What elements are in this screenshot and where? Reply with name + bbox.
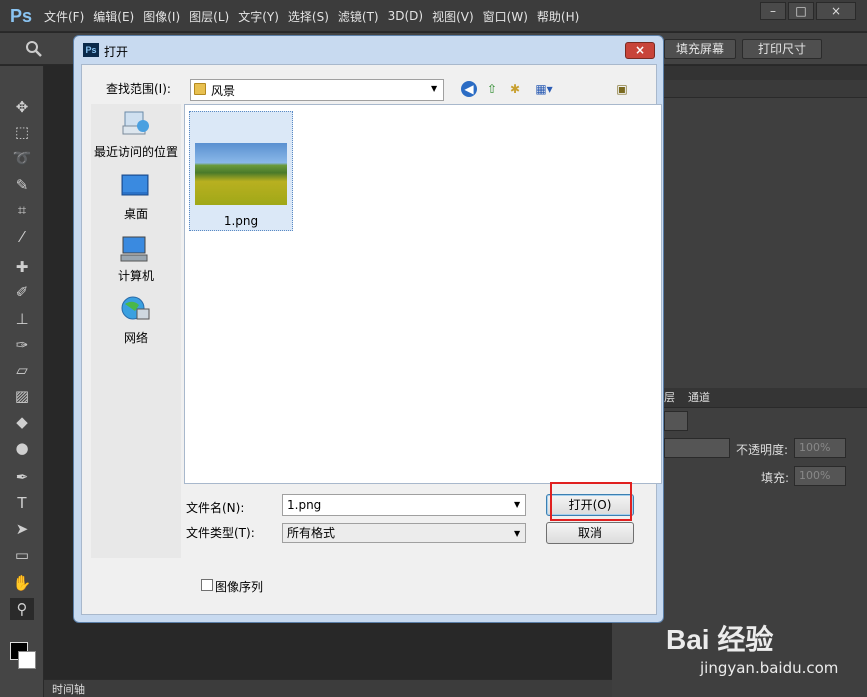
menu-window[interactable]: 窗口(W) [483, 8, 528, 25]
menu-file[interactable]: 文件(F) [44, 8, 84, 25]
close-app-button[interactable]: × [816, 2, 856, 20]
up-folder-icon[interactable]: ⇧ [484, 81, 500, 97]
main-menu: 文件(F) 编辑(E) 图像(I) 图层(L) 文字(Y) 选择(S) 滤镜(T… [44, 0, 588, 32]
background-color-swatch[interactable] [18, 651, 36, 669]
bridge-folder-icon[interactable]: ▣ [614, 81, 630, 97]
menu-select[interactable]: 选择(S) [288, 8, 329, 25]
menu-edit[interactable]: 编辑(E) [93, 8, 134, 25]
view-menu-icon[interactable]: ▦▾ [530, 81, 558, 97]
place-label-desktop[interactable]: 桌面 [91, 205, 181, 222]
menu-3d[interactable]: 3D(D) [388, 9, 423, 23]
baidu-watermark-url: jingyan.baidu.com [700, 659, 839, 677]
menu-help[interactable]: 帮助(H) [537, 8, 579, 25]
timeline-panel [44, 679, 612, 697]
history-brush-tool-icon[interactable]: ✑ [10, 334, 34, 356]
type-tool-icon[interactable]: T [10, 492, 34, 514]
tab-channels[interactable]: 通道 [688, 390, 710, 406]
quick-select-tool-icon[interactable]: ✎ [10, 174, 34, 196]
healing-tool-icon[interactable]: ✚ [10, 256, 34, 278]
image-sequence-checkbox[interactable] [201, 579, 213, 591]
chevron-down-icon[interactable]: ▼ [431, 84, 437, 93]
tab-layers[interactable]: 层 [664, 390, 675, 406]
image-sequence-label[interactable]: 图像序列 [215, 578, 263, 595]
menu-filter[interactable]: 滤镜(T) [338, 8, 379, 25]
file-type-select[interactable]: 所有格式 [282, 523, 526, 543]
chevron-down-icon[interactable]: ▼ [514, 500, 520, 509]
file-name-label[interactable]: 1.png [189, 214, 293, 228]
pen-tool-icon[interactable]: ✒ [10, 466, 34, 488]
gradient-tool-icon[interactable]: ▨ [10, 385, 34, 407]
menu-image[interactable]: 图像(I) [143, 8, 180, 25]
shape-tool-icon[interactable]: ▭ [10, 544, 34, 566]
dialog-title: 打开 [104, 45, 129, 59]
print-size-button[interactable]: 打印尺寸 [742, 39, 822, 59]
fill-field[interactable]: 100% [794, 466, 846, 486]
photoshop-logo: Ps [9, 6, 33, 26]
fill-label: 填充: [761, 471, 790, 485]
fill-screen-button[interactable]: 填充屏幕 [664, 39, 736, 59]
look-in-label: 查找范围(I): [106, 82, 171, 96]
hand-tool-icon[interactable]: ✋ [10, 572, 34, 594]
back-icon[interactable]: ◀ [461, 81, 477, 97]
layer-filter-kind[interactable] [664, 411, 688, 431]
maximize-button[interactable]: □ [788, 2, 814, 20]
file-thumbnail[interactable] [195, 143, 287, 205]
chevron-down-icon[interactable]: ▼ [514, 529, 520, 538]
move-tool-icon[interactable]: ✥ [10, 96, 34, 118]
file-name-input[interactable]: 1.png [282, 494, 526, 516]
stamp-tool-icon[interactable]: ⊥ [10, 308, 34, 330]
computer-icon[interactable] [119, 235, 151, 262]
place-label-computer[interactable]: 计算机 [91, 267, 181, 284]
photoshop-small-icon: Ps [83, 43, 99, 57]
lasso-tool-icon[interactable]: ➰ [10, 147, 34, 169]
eraser-tool-icon[interactable]: ▱ [10, 359, 34, 381]
menu-layer[interactable]: 图层(L) [189, 8, 229, 25]
place-label-recent[interactable]: 最近访问的位置 [91, 143, 181, 160]
path-select-tool-icon[interactable]: ➤ [10, 518, 34, 540]
look-in-value: 风景 [211, 84, 236, 98]
desktop-icon[interactable] [119, 173, 151, 199]
highlight-box [550, 482, 632, 521]
crop-tool-icon[interactable]: ⌗ [10, 199, 34, 221]
opacity-label: 不透明度: [736, 443, 789, 457]
network-icon[interactable] [119, 295, 151, 321]
marquee-tool-icon[interactable]: ⬚ [10, 121, 34, 143]
blur-tool-icon[interactable]: ◆ [10, 411, 34, 433]
recent-places-icon[interactable] [119, 110, 151, 136]
menu-type[interactable]: 文字(Y) [238, 8, 279, 25]
baidu-watermark-logo: Bai 经验 [666, 624, 774, 655]
timeline-tab[interactable]: 时间轴 [52, 681, 85, 697]
minimize-button[interactable]: – [760, 2, 786, 20]
brush-tool-icon[interactable]: ✐ [10, 281, 34, 303]
eyedropper-tool-icon[interactable]: ⁄ [10, 226, 34, 248]
zoom-tool-icon[interactable] [24, 40, 44, 58]
cancel-button[interactable]: 取消 [546, 522, 634, 544]
place-label-network[interactable]: 网络 [91, 329, 181, 346]
new-folder-icon[interactable]: ✱ [507, 81, 523, 97]
zoom-tool-selected-icon[interactable]: ⚲ [10, 598, 34, 620]
blend-mode-select[interactable] [664, 438, 730, 458]
dodge-tool-icon[interactable]: ● [10, 437, 34, 459]
folder-icon [194, 83, 206, 95]
file-name-field-label: 文件名(N): [186, 501, 245, 515]
opacity-field[interactable]: 100% [794, 438, 846, 458]
dialog-close-button[interactable]: × [625, 42, 655, 59]
file-type-field-label: 文件类型(T): [186, 526, 255, 540]
menu-view[interactable]: 视图(V) [432, 8, 474, 25]
